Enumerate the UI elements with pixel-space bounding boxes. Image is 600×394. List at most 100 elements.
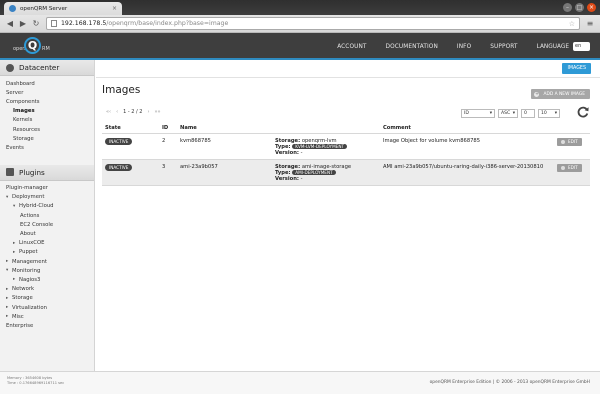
browser-tab[interactable]: openQRM Server × (4, 2, 122, 15)
sidebar-item-label: Kernels (13, 117, 33, 124)
plugins-icon (6, 168, 14, 176)
address-bar[interactable]: 192.168.178.5 /openqrm/base/index.php?ba… (46, 17, 580, 30)
sidebar-item-label: EC2 Console (20, 221, 54, 228)
sidebar-item-label: Puppet (19, 249, 38, 256)
datacenter-title: Datacenter (19, 63, 60, 72)
sidebar-item-storage[interactable]: ▸ Storage (0, 294, 94, 303)
sidebar-item-virtualization[interactable]: ▸ Virtualization (0, 303, 94, 312)
sort-controls: ID ▾ ASC ▾ 0 10 ▾ (461, 109, 560, 118)
sidebar-item-label: Nagios3 (19, 276, 41, 283)
nav-account[interactable]: ACCOUNT (337, 44, 366, 50)
column-state[interactable]: State (102, 123, 159, 134)
chevron-down-icon: ▾ (489, 111, 492, 116)
sidebar-item-label: Misc (12, 313, 24, 320)
sidebar-item-management[interactable]: ▸ Management (0, 257, 94, 266)
sidebar-item-monitoring[interactable]: ▾ Monitoring (0, 266, 94, 275)
offset-input[interactable]: 0 (521, 109, 535, 118)
column-comment[interactable]: Comment (380, 123, 554, 134)
main-tabbar: IMAGES (96, 60, 600, 78)
main-content: IMAGES Images + ADD A NEW IMAGE «‹ ‹ 1 -… (96, 60, 600, 371)
back-icon[interactable]: ◀ (4, 18, 16, 30)
browser-toolbar: ◀ ▶ ↻ 192.168.178.5 /openqrm/base/index.… (0, 15, 600, 33)
minimize-icon[interactable]: – (563, 3, 572, 12)
sidebar-item-actions[interactable]: Actions (0, 211, 94, 220)
edit-button[interactable]: EDIT (557, 137, 582, 146)
sort-order-value: ASC (501, 111, 511, 116)
status-bar: openQRM Enterprise Edition | © 2006 - 20… (0, 371, 600, 394)
sidebar-item-label: Monitoring (12, 267, 41, 274)
sidebar-item-images[interactable]: Images (0, 107, 94, 116)
tab-images[interactable]: IMAGES (562, 63, 591, 74)
page-icon (51, 20, 57, 27)
sidebar-item-label: Events (6, 144, 24, 151)
sidebar-item-resources[interactable]: Resources (0, 125, 94, 134)
sidebar-item-misc[interactable]: ▸ Misc (0, 312, 94, 321)
column-id[interactable]: ID (159, 123, 177, 134)
image-id: 2 (159, 133, 177, 160)
close-window-icon[interactable]: × (587, 3, 596, 12)
sidebar-item-label: Storage (13, 135, 34, 142)
sidebar-item-deployment[interactable]: ▾ Deployment (0, 193, 94, 202)
browser-tabstrip: openQRM Server × – □ × (0, 0, 600, 15)
pagination: «‹ ‹ 1 - 2 / 2 › »» (106, 109, 161, 115)
nav-info[interactable]: INFO (457, 44, 471, 50)
sidebar-item-about[interactable]: About (0, 229, 94, 238)
column-details (272, 123, 380, 134)
sidebar-item-linuxcoe[interactable]: ▸ LinuxCOE (0, 239, 94, 248)
sort-field-value: ID (464, 111, 469, 116)
plugins-title: Plugins (19, 167, 45, 177)
image-comment: Image Object for volume kvm868785 (380, 133, 554, 160)
sidebar-item-nagios3[interactable]: ▸ Nagios3 (0, 275, 94, 284)
edit-label: EDIT (568, 165, 578, 170)
nav-support[interactable]: SUPPORT (490, 44, 517, 50)
sidebar-item-server[interactable]: Server (0, 88, 94, 97)
nav-documentation[interactable]: DOCUMENTATION (386, 44, 438, 50)
column-name[interactable]: Name (177, 123, 272, 134)
sidebar-item-hybrid-cloud[interactable]: ▾ Hybrid-Cloud (0, 202, 94, 211)
version-value: - (300, 175, 303, 182)
next-page-button[interactable]: › (147, 109, 149, 115)
sidebar-item-kernels[interactable]: Kernels (0, 116, 94, 125)
offset-value: 0 (524, 111, 527, 116)
bookmark-star-icon[interactable]: ☆ (569, 20, 575, 28)
plus-icon: + (534, 91, 540, 97)
sidebar: Datacenter Dashboard Server Components Imag… (0, 60, 95, 371)
limit-select[interactable]: 10 ▾ (538, 109, 560, 118)
page-title: Images (102, 84, 141, 96)
openqrm-logo[interactable]: open Q RM (13, 37, 63, 57)
sidebar-item-ec2-console[interactable]: EC2 Console (0, 220, 94, 229)
sidebar-item-storage[interactable]: Storage (0, 134, 94, 143)
edit-button[interactable]: EDIT (557, 163, 582, 172)
sidebar-item-plugin-manager[interactable]: Plugin-manager (0, 184, 94, 193)
sidebar-item-network[interactable]: ▸ Network (0, 285, 94, 294)
image-name: kvm868785 (177, 133, 272, 160)
url-path: /openqrm/base/index.php?base=image (106, 20, 229, 27)
add-image-button[interactable]: + ADD A NEW IMAGE (531, 89, 590, 99)
prev-page-button[interactable]: ‹ (116, 109, 118, 115)
sidebar-item-components[interactable]: Components (0, 97, 94, 106)
datacenter-icon (6, 63, 14, 72)
sidebar-item-label: LinuxCOE (19, 240, 45, 247)
tab-close-icon[interactable]: × (112, 5, 117, 12)
language-select[interactable]: en (573, 42, 590, 51)
sidebar-item-puppet[interactable]: ▸ Puppet (0, 248, 94, 257)
sidebar-item-events[interactable]: Events (0, 143, 94, 152)
first-page-button[interactable]: «‹ (106, 109, 111, 115)
sort-order-select[interactable]: ASC ▾ (498, 109, 518, 118)
logo-rm-text: RM (42, 46, 50, 52)
browser-menu-icon[interactable]: ≡ (584, 18, 596, 30)
reload-icon[interactable]: ↻ (30, 18, 42, 30)
status-badge: INACTIVE (105, 137, 133, 145)
sort-field-select[interactable]: ID ▾ (461, 109, 495, 118)
sidebar-item-label: About (20, 231, 36, 238)
refresh-icon[interactable] (576, 105, 590, 119)
table-header-row: State ID Name Comment (102, 123, 590, 134)
forward-icon[interactable]: ▶ (17, 18, 29, 30)
last-page-button[interactable]: »» (154, 109, 160, 115)
sidebar-item-enterprise[interactable]: Enterprise (0, 321, 94, 330)
images-table: State ID Name Comment INACTIVE 2 kvm8687… (102, 123, 590, 186)
maximize-icon[interactable]: □ (575, 3, 584, 12)
status-badge: INACTIVE (105, 163, 133, 171)
sidebar-item-dashboard[interactable]: Dashboard (0, 79, 94, 88)
page-indicator: 1 - 2 / 2 (123, 109, 143, 115)
